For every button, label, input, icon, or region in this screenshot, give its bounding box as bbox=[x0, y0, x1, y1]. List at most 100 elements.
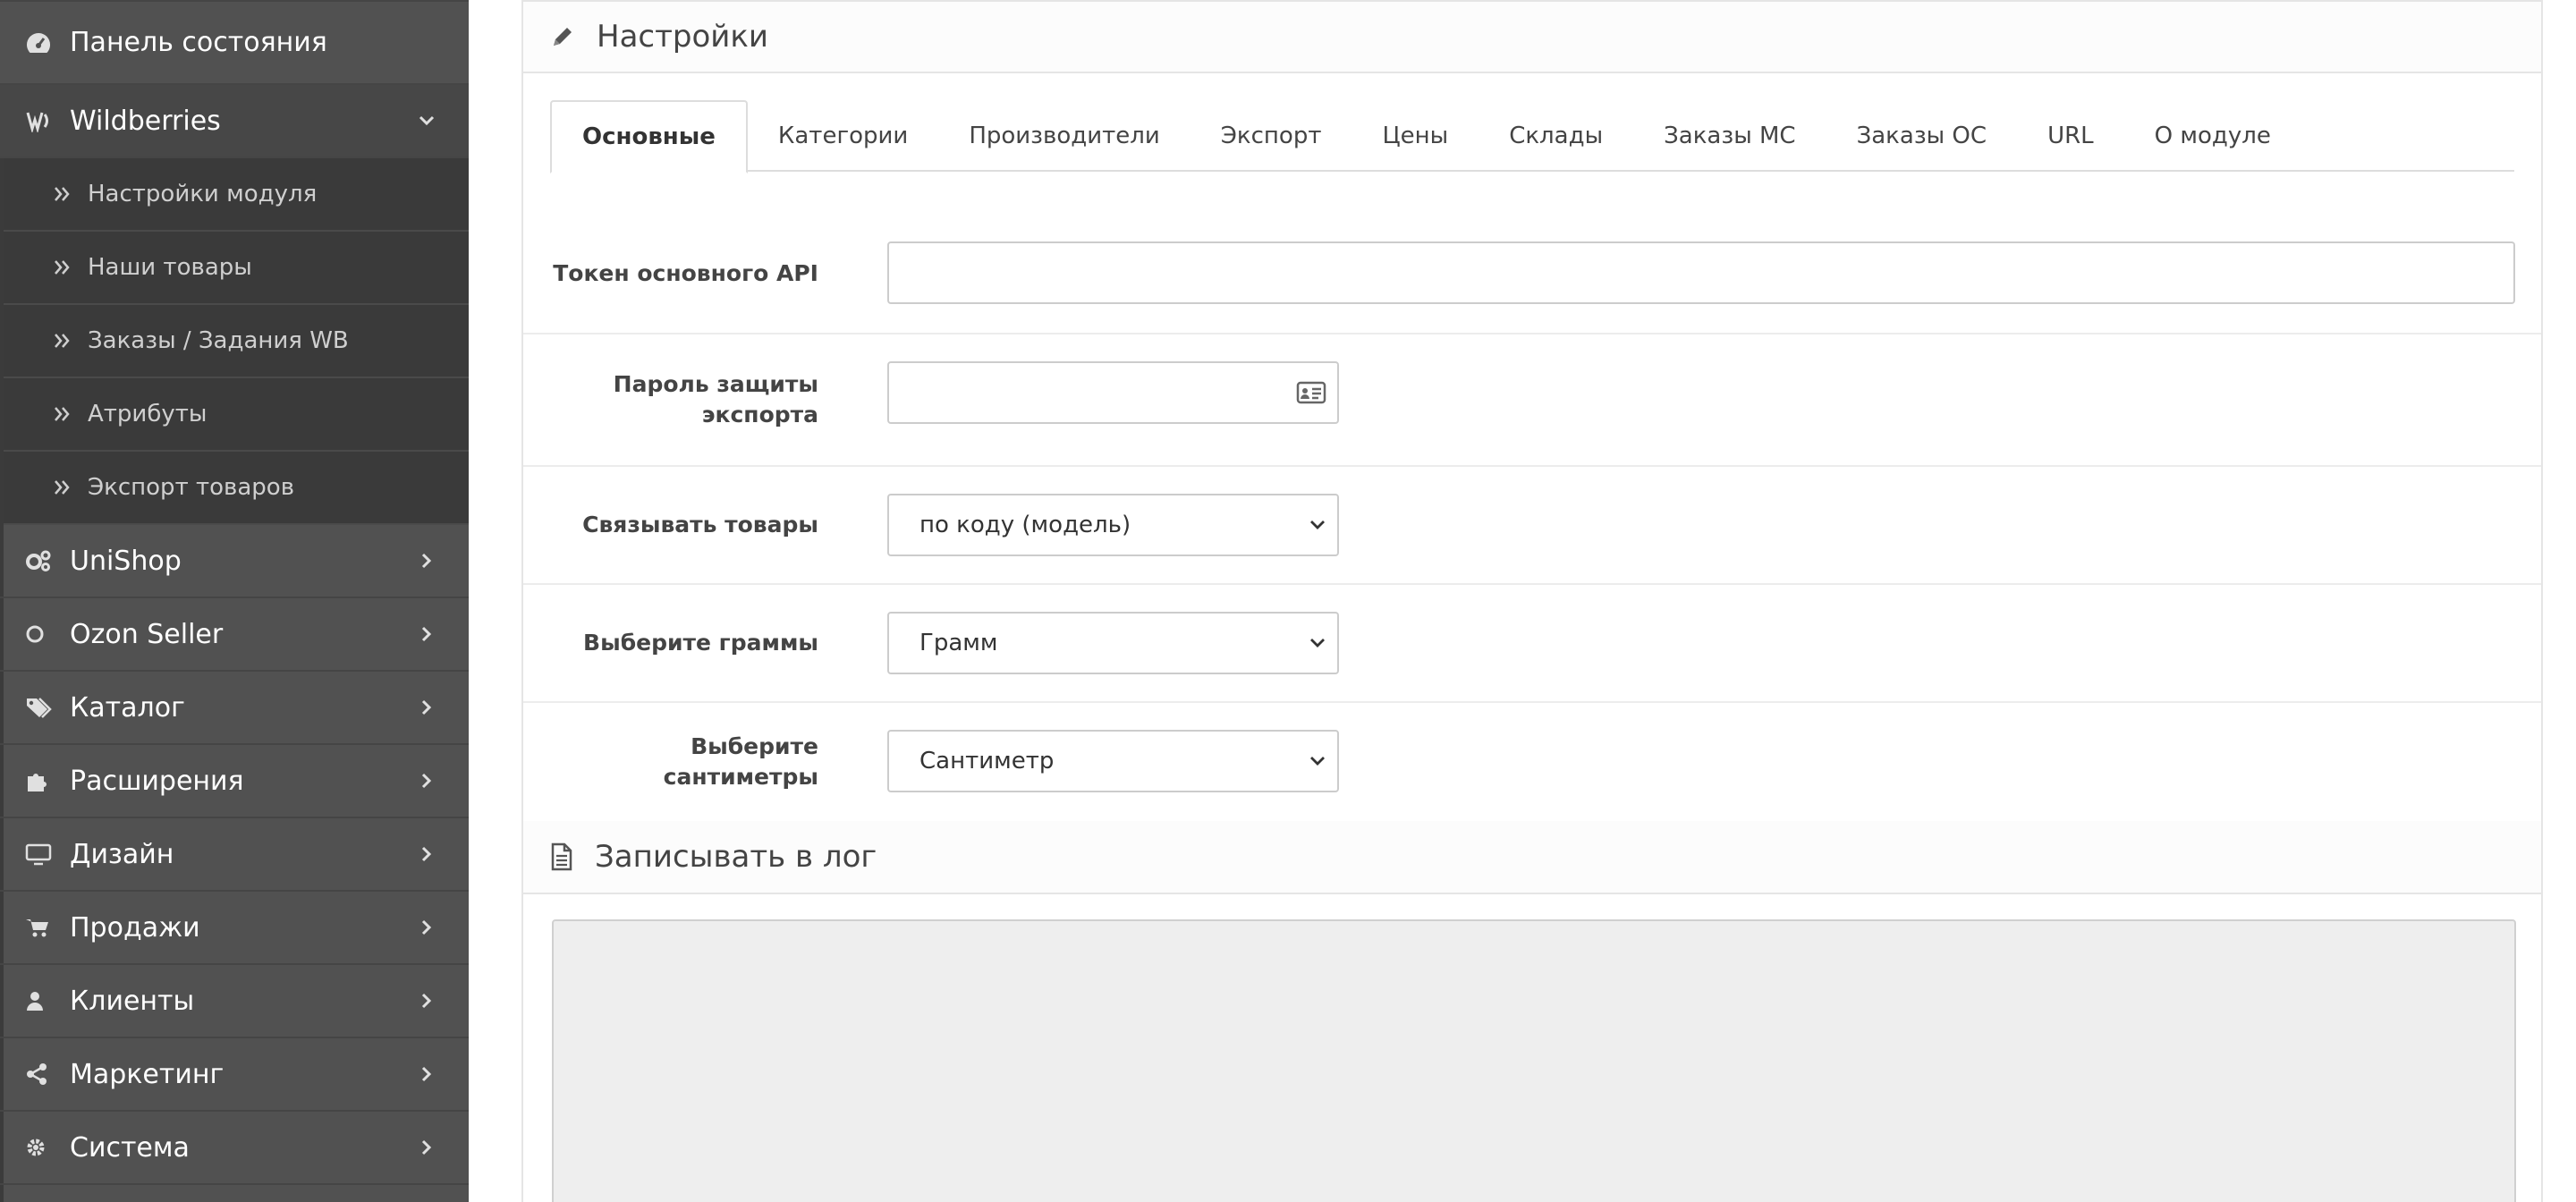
log-heading: Записывать в лог bbox=[523, 821, 2541, 894]
form-row-export-password: Пароль защиты экспорта bbox=[523, 334, 2541, 467]
sidebar-item-customers[interactable]: Клиенты bbox=[0, 965, 469, 1038]
api-token-input[interactable] bbox=[887, 241, 2515, 304]
sidebar-item-ozon-seller[interactable]: Ozon Seller bbox=[0, 598, 469, 672]
link-products-value: по коду (модель) bbox=[919, 512, 1131, 538]
tab-prices[interactable]: Цены bbox=[1352, 100, 1479, 172]
log-textarea[interactable] bbox=[552, 919, 2516, 1202]
centimeters-value: Сантиметр bbox=[919, 748, 1055, 775]
sidebar-item-label: Расширения bbox=[70, 765, 244, 797]
export-password-label: Пароль защиты экспорта bbox=[550, 369, 818, 430]
grams-select[interactable]: Грамм bbox=[887, 612, 1339, 674]
sidebar-item-label: UniShop bbox=[70, 545, 182, 577]
settings-panel: Настройки Основные Категории Производите… bbox=[521, 0, 2543, 1202]
centimeters-label: Выберите сантиметры bbox=[663, 733, 818, 790]
sidebar-item-label: Система bbox=[70, 1131, 190, 1164]
sidebar-item-label: Wildberries bbox=[70, 105, 221, 137]
panel-heading: Настройки bbox=[523, 0, 2541, 73]
chevron-right-icon bbox=[417, 991, 436, 1011]
sidebar-item-sales[interactable]: Продажи bbox=[0, 892, 469, 965]
monitor-icon bbox=[25, 842, 61, 866]
sidebar-item-unishop[interactable]: UniShop bbox=[0, 525, 469, 598]
tab-main[interactable]: Основные bbox=[550, 100, 748, 174]
link-products-select[interactable]: по коду (модель) bbox=[887, 494, 1339, 556]
submenu-item-our-products[interactable]: Наши товары bbox=[0, 232, 469, 305]
sidebar-item-dashboard[interactable]: Панель состояния bbox=[0, 0, 469, 85]
share-icon bbox=[25, 1062, 61, 1086]
submenu-item-attributes[interactable]: Атрибуты bbox=[0, 378, 469, 452]
sidebar-item-catalog[interactable]: Каталог bbox=[0, 672, 469, 745]
export-password-label-line2: экспорта bbox=[701, 402, 818, 427]
submenu-item-orders[interactable]: Заказы / Задания WB bbox=[0, 305, 469, 378]
circle-icon bbox=[25, 622, 61, 646]
double-chevron-right-icon bbox=[54, 479, 75, 495]
chevron-right-icon bbox=[417, 771, 436, 791]
tab-orders-ms[interactable]: Заказы МС bbox=[1633, 100, 1826, 172]
gear-icon bbox=[25, 1136, 61, 1159]
form-row-centimeters: Выберите сантиметры Сантиметр bbox=[523, 703, 2541, 821]
tab-orders-os[interactable]: Заказы ОС bbox=[1826, 100, 2017, 172]
sidebar-item-label: Ozon Seller bbox=[70, 618, 224, 650]
sidebar-item-label: Дизайн bbox=[70, 838, 174, 870]
grams-label: Выберите граммы bbox=[583, 630, 818, 656]
sidebar-item-label: Продажи bbox=[70, 911, 200, 944]
sidebar-item-label: Клиенты bbox=[70, 985, 195, 1017]
user-icon bbox=[25, 989, 61, 1012]
sidebar-item-label: Каталог bbox=[70, 691, 185, 724]
submenu-item-label: Заказы / Задания WB bbox=[88, 327, 349, 354]
double-chevron-right-icon bbox=[54, 186, 75, 202]
grams-value: Грамм bbox=[919, 630, 998, 656]
chevron-right-icon bbox=[417, 698, 436, 717]
form-row-api-token: Токен основного API bbox=[523, 215, 2541, 334]
sidebar: Панель состояния Wildberries Настройки м… bbox=[0, 0, 469, 1202]
tab-categories[interactable]: Категории bbox=[748, 100, 938, 172]
form-row-grams: Выберите граммы Грамм bbox=[523, 585, 2541, 703]
pencil-icon bbox=[550, 24, 577, 49]
double-chevron-right-icon bbox=[54, 333, 75, 349]
sidebar-item-extensions[interactable]: Расширения bbox=[0, 745, 469, 818]
chevron-right-icon bbox=[417, 1138, 436, 1157]
tags-icon bbox=[25, 696, 61, 719]
chevron-right-icon bbox=[417, 624, 436, 644]
export-password-label-line1: Пароль защиты bbox=[613, 371, 818, 397]
submenu-item-module-settings[interactable]: Настройки модуля bbox=[0, 158, 469, 232]
tab-export[interactable]: Экспорт bbox=[1191, 100, 1352, 172]
form-row-link-products: Связывать товары по коду (модель) bbox=[523, 467, 2541, 585]
sidebar-item-wildberries[interactable]: Wildberries bbox=[0, 85, 469, 158]
submenu-item-label: Наши товары bbox=[88, 254, 252, 281]
chevron-right-icon bbox=[417, 551, 436, 571]
chevron-down-icon bbox=[417, 111, 436, 131]
chevron-right-icon bbox=[417, 844, 436, 864]
sidebar-item-label: Панель состояния bbox=[70, 27, 327, 58]
puzzle-icon bbox=[25, 769, 61, 792]
api-token-label: Токен основного API bbox=[553, 260, 818, 286]
sidebar-item-system[interactable]: Система bbox=[0, 1112, 469, 1185]
chevron-down-icon bbox=[1309, 637, 1326, 649]
document-icon bbox=[550, 842, 577, 871]
submenu-item-label: Настройки модуля bbox=[88, 181, 318, 207]
tab-about[interactable]: О модуле bbox=[2124, 100, 2301, 172]
double-chevron-right-icon bbox=[54, 406, 75, 422]
sidebar-item-design[interactable]: Дизайн bbox=[0, 818, 469, 892]
settings-tabs: Основные Категории Производители Экспорт… bbox=[550, 100, 2514, 174]
submenu-item-label: Атрибуты bbox=[88, 401, 208, 427]
submenu-item-export-products[interactable]: Экспорт товаров bbox=[0, 452, 469, 525]
sidebar-item-label: Маркетинг bbox=[70, 1058, 225, 1090]
chevron-right-icon bbox=[417, 918, 436, 937]
wildberries-icon bbox=[25, 109, 61, 132]
tab-url[interactable]: URL bbox=[2017, 100, 2124, 172]
tab-manufacturers[interactable]: Производители bbox=[938, 100, 1190, 172]
cogs-icon bbox=[25, 549, 61, 572]
double-chevron-right-icon bbox=[54, 259, 75, 275]
panel-title: Настройки bbox=[597, 19, 769, 55]
tab-warehouses[interactable]: Склады bbox=[1479, 100, 1633, 172]
chevron-down-icon bbox=[1309, 755, 1326, 767]
submenu-item-label: Экспорт товаров bbox=[88, 474, 295, 501]
link-products-label: Связывать товары bbox=[582, 512, 818, 538]
log-title: Записывать в лог bbox=[595, 839, 877, 875]
centimeters-select[interactable]: Сантиметр bbox=[887, 730, 1339, 792]
chevron-right-icon bbox=[417, 1064, 436, 1084]
dashboard-icon bbox=[25, 31, 61, 55]
contact-card-icon[interactable] bbox=[1296, 380, 1326, 405]
export-password-input[interactable] bbox=[887, 361, 1339, 424]
sidebar-item-marketing[interactable]: Маркетинг bbox=[0, 1038, 469, 1112]
